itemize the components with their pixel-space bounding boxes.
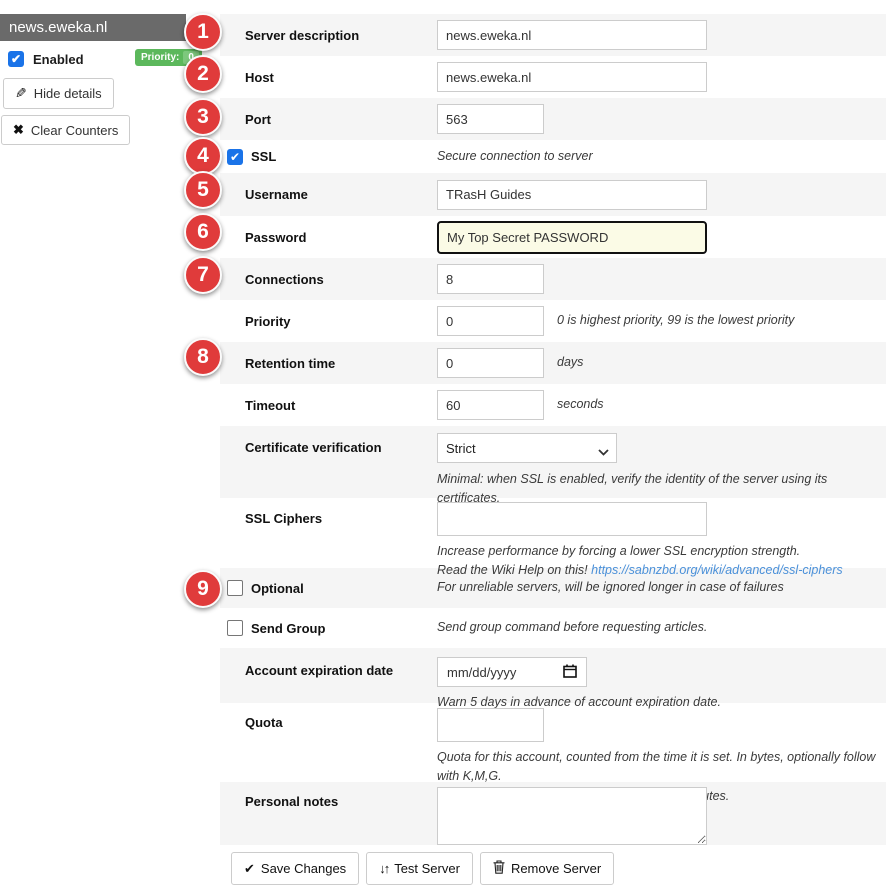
username-label: Username <box>245 187 437 202</box>
x-icon: ✖ <box>13 122 24 138</box>
hide-details-button[interactable]: ✎ Hide details <box>3 78 114 109</box>
step-badge-3: 3 <box>184 98 222 136</box>
clear-counters-button[interactable]: ✖ Clear Counters <box>1 115 130 145</box>
quota-help-1: Quota for this account, counted from the… <box>437 748 886 787</box>
row-timeout: Timeout seconds <box>220 384 886 426</box>
host-label: Host <box>245 70 437 85</box>
row-server-description: Server description <box>220 14 886 56</box>
row-send-group: Send Group Send group command before req… <box>220 608 886 648</box>
row-ssl-ciphers: SSL Ciphers Increase performance by forc… <box>220 498 886 568</box>
clear-counters-label: Clear Counters <box>31 123 118 138</box>
up-down-arrows-icon: ↓↑ <box>379 861 388 876</box>
server-config-page: news.eweka.nl ✔ Enabled Priority: 0 ✎ Hi… <box>0 0 886 889</box>
password-label: Password <box>245 230 437 245</box>
timeout-label: Timeout <box>245 398 437 413</box>
timeout-input[interactable] <box>437 390 544 420</box>
row-password: Password <box>220 216 886 258</box>
save-changes-label: Save Changes <box>261 861 346 876</box>
optional-help: For unreliable servers, will be ignored … <box>437 578 784 597</box>
ssl-label: SSL <box>251 149 437 164</box>
priority-badge-label: Priority: <box>141 52 179 63</box>
step-badge-5: 5 <box>184 171 222 209</box>
server-description-input[interactable] <box>437 20 707 50</box>
calendar-icon[interactable] <box>563 664 577 681</box>
row-retention: Retention time days <box>220 342 886 384</box>
step-badge-8: 8 <box>184 338 222 376</box>
connections-input[interactable] <box>437 264 544 294</box>
row-host: Host <box>220 56 886 98</box>
ssl-help: Secure connection to server <box>437 147 593 166</box>
expiration-date-input[interactable]: mm/dd/yyyy <box>437 657 587 687</box>
row-quota: Quota Quota for this account, counted fr… <box>220 703 886 782</box>
ssl-ciphers-help-1: Increase performance by forcing a lower … <box>437 542 800 561</box>
enabled-label: Enabled <box>33 52 84 67</box>
connections-label: Connections <box>245 272 437 287</box>
enabled-row: ✔ Enabled <box>8 51 84 67</box>
remove-server-label: Remove Server <box>511 861 601 876</box>
form-actions: ✔ Save Changes ↓↑ Test Server Remove Ser… <box>220 845 886 885</box>
step-badge-4: 4 <box>184 137 222 175</box>
priority-input[interactable] <box>437 306 544 336</box>
step-badge-7: 7 <box>184 256 222 294</box>
row-ssl: ✔ SSL Secure connection to server <box>220 140 886 173</box>
personal-notes-label: Personal notes <box>245 787 437 809</box>
save-changes-button[interactable]: ✔ Save Changes <box>231 852 359 885</box>
port-input[interactable] <box>437 104 544 134</box>
timeout-unit: seconds <box>557 395 604 414</box>
personal-notes-textarea[interactable] <box>437 787 707 845</box>
expiration-label: Account expiration date <box>245 657 437 678</box>
send-group-label: Send Group <box>251 621 437 636</box>
step-badge-9: 9 <box>184 570 222 608</box>
port-label: Port <box>245 112 437 127</box>
username-input[interactable] <box>437 180 707 210</box>
step-badge-6: 6 <box>184 213 222 251</box>
retention-unit: days <box>557 353 583 372</box>
row-priority: Priority 0 is highest priority, 99 is th… <box>220 300 886 342</box>
server-title-bar: news.eweka.nl <box>0 14 186 41</box>
row-username: Username <box>220 173 886 216</box>
ssl-checkbox[interactable]: ✔ <box>227 149 243 165</box>
pencil-icon: ✎ <box>15 85 27 102</box>
retention-label: Retention time <box>245 356 437 371</box>
cert-verification-label: Certificate verification <box>245 433 437 455</box>
priority-help: 0 is highest priority, 99 is the lowest … <box>557 311 794 330</box>
send-group-checkbox[interactable] <box>227 620 243 636</box>
optional-checkbox[interactable] <box>227 580 243 596</box>
priority-label: Priority <box>245 314 437 329</box>
retention-input[interactable] <box>437 348 544 378</box>
step-badge-1: 1 <box>184 13 222 51</box>
ssl-ciphers-help-text: Read the Wiki Help on this! <box>437 563 588 577</box>
row-port: Port <box>220 98 886 140</box>
expiration-date-placeholder: mm/dd/yyyy <box>447 665 516 680</box>
ssl-ciphers-input[interactable] <box>437 502 707 536</box>
enabled-checkbox[interactable]: ✔ <box>8 51 24 67</box>
host-input[interactable] <box>437 62 707 92</box>
server-form: Server description Host Port ✔ SSL Secur… <box>220 14 886 885</box>
ssl-ciphers-wiki-link[interactable]: https://sabnzbd.org/wiki/advanced/ssl-ci… <box>591 563 843 577</box>
remove-server-button[interactable]: Remove Server <box>480 852 614 885</box>
test-server-button[interactable]: ↓↑ Test Server <box>366 852 473 885</box>
send-group-help: Send group command before requesting art… <box>437 618 707 637</box>
hide-details-label: Hide details <box>34 86 102 101</box>
row-expiration: Account expiration date mm/dd/yyyy Warn … <box>220 648 886 703</box>
trash-icon <box>493 860 505 877</box>
optional-label: Optional <box>251 581 437 596</box>
ssl-ciphers-label: SSL Ciphers <box>245 502 437 526</box>
test-server-label: Test Server <box>394 861 460 876</box>
password-input[interactable] <box>437 221 707 254</box>
quota-input[interactable] <box>437 708 544 742</box>
server-name: news.eweka.nl <box>9 19 107 36</box>
check-icon: ✔ <box>244 861 255 877</box>
row-connections: Connections <box>220 258 886 300</box>
row-personal-notes: Personal notes <box>220 782 886 845</box>
row-cert-verification: Certificate verification Strict Minimal:… <box>220 426 886 498</box>
step-badge-2: 2 <box>184 55 222 93</box>
cert-verification-select[interactable]: Strict <box>437 433 617 463</box>
server-description-label: Server description <box>245 28 437 43</box>
quota-label: Quota <box>245 708 437 730</box>
